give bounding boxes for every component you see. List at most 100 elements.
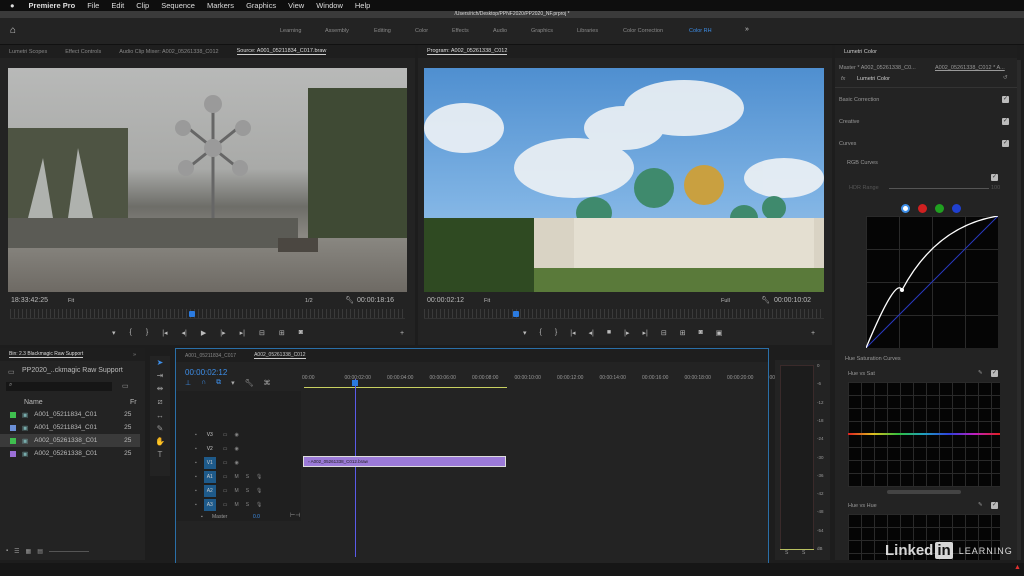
- mark-in-icon[interactable]: {: [540, 329, 542, 337]
- eye-icon[interactable]: ◉: [235, 432, 239, 438]
- voiceover-icon[interactable]: 🎙︎: [256, 488, 262, 494]
- section-creative[interactable]: Creative: [839, 119, 859, 125]
- camera-icon[interactable]: ◙: [299, 329, 303, 337]
- label-color-swatch[interactable]: [10, 411, 16, 418]
- toggle-sync-icon[interactable]: ▭: [223, 432, 228, 438]
- eye-icon[interactable]: ◉: [235, 460, 239, 466]
- selection-tool-icon[interactable]: ➤: [157, 358, 164, 367]
- hue-vs-sat-scrollbar[interactable]: [887, 490, 961, 494]
- freeform-view-icon[interactable]: ▤: [37, 548, 43, 555]
- extract-icon[interactable]: ⊞: [680, 329, 686, 337]
- source-zoom-select[interactable]: Fit: [68, 298, 74, 304]
- solo-button[interactable]: S: [246, 488, 249, 494]
- bin-item[interactable]: ▣ A001_05211834_C01 25: [0, 421, 140, 434]
- fit-icon[interactable]: ⊢⊣: [290, 512, 300, 519]
- workspace-libraries[interactable]: Libraries: [577, 28, 598, 34]
- program-resolution-select[interactable]: Full: [721, 298, 730, 304]
- tab-program[interactable]: Program: A002_05261338_C012: [427, 48, 508, 55]
- timeline-playhead[interactable]: [354, 379, 356, 557]
- rgb-curves-checkbox[interactable]: ✓: [991, 174, 998, 181]
- workspace-learning[interactable]: Learning: [280, 28, 301, 34]
- lock-icon[interactable]: ▪: [195, 474, 197, 480]
- creative-checkbox[interactable]: ✓: [1002, 118, 1009, 125]
- menu-sequence[interactable]: Sequence: [161, 1, 195, 10]
- ripple-edit-tool-icon[interactable]: ⇹: [157, 384, 164, 393]
- bin-search-input[interactable]: ⌕: [6, 382, 112, 391]
- track-target-V2[interactable]: V2: [204, 443, 216, 455]
- curve-channel-0[interactable]: [901, 204, 910, 213]
- label-color-swatch[interactable]: [10, 437, 16, 444]
- workspace-color[interactable]: Color: [415, 28, 428, 34]
- tab-source[interactable]: Source: A001_05211834_C017.braw: [236, 48, 327, 55]
- hue-vs-hue-checkbox[interactable]: ✓: [991, 502, 998, 509]
- tab-audio-clip-mixer[interactable]: Audio Clip Mixer: A002_05261338_C012: [119, 49, 218, 55]
- track-target-A1[interactable]: A1: [203, 471, 216, 483]
- menu-edit[interactable]: Edit: [111, 1, 124, 10]
- wrench-icon[interactable]: 🔧︎: [345, 296, 354, 304]
- track-target-A2[interactable]: A2: [203, 485, 216, 497]
- zoom-slider[interactable]: [48, 548, 89, 552]
- menu-file[interactable]: File: [87, 1, 99, 10]
- workspace-graphics[interactable]: Graphics: [531, 28, 553, 34]
- sync-lock-icon[interactable]: ▭: [223, 488, 228, 494]
- column-name[interactable]: Name: [24, 399, 43, 406]
- add-button-icon[interactable]: +: [811, 330, 815, 337]
- menu-view[interactable]: View: [288, 1, 304, 10]
- lock-icon[interactable]: ▪: [6, 548, 8, 555]
- lock-icon[interactable]: ▪: [195, 460, 197, 466]
- app-name[interactable]: Premiere Pro: [29, 1, 76, 10]
- program-scrubber[interactable]: [424, 309, 824, 319]
- curve-point[interactable]: [900, 288, 904, 292]
- stop-icon[interactable]: ■: [607, 329, 611, 337]
- home-icon[interactable]: ⌂: [10, 25, 16, 36]
- lock-icon[interactable]: ▪: [195, 488, 197, 494]
- workspace-editing[interactable]: Editing: [374, 28, 391, 34]
- voiceover-icon[interactable]: 🎙︎: [256, 502, 262, 508]
- sync-lock-icon[interactable]: ▭: [223, 502, 228, 508]
- lock-icon[interactable]: ▪: [195, 502, 197, 508]
- program-playhead[interactable]: [513, 311, 519, 317]
- mute-button[interactable]: M: [235, 488, 239, 494]
- go-to-in-icon[interactable]: |◂: [162, 329, 167, 337]
- section-basic-correction[interactable]: Basic Correction: [839, 97, 879, 103]
- hue-vs-sat-graph[interactable]: [848, 382, 1000, 487]
- tab-bin[interactable]: Bin: 2.3 Blackmagic Raw Support: [9, 351, 84, 358]
- curve-channel-1[interactable]: [918, 204, 927, 213]
- eyedropper-icon[interactable]: ✎: [978, 370, 983, 376]
- workspace-effects[interactable]: Effects: [452, 28, 469, 34]
- rgb-curves-toggle[interactable]: RGB Curves: [847, 160, 878, 166]
- icon-view-icon[interactable]: ▦: [26, 548, 32, 555]
- track-target-A3[interactable]: A3: [203, 499, 216, 511]
- timeline-timecode[interactable]: 00:00:02:12: [185, 368, 227, 377]
- voiceover-icon[interactable]: 🎙︎: [256, 474, 262, 480]
- workspace-assembly[interactable]: Assembly: [325, 28, 349, 34]
- effect-select[interactable]: Lumetri Color: [857, 76, 890, 82]
- wrench-icon[interactable]: 🔧︎: [761, 296, 770, 304]
- insert-icon[interactable]: ⊟: [259, 329, 265, 337]
- toggle-sync-icon[interactable]: ▭: [223, 460, 228, 466]
- workspace-color-rh[interactable]: Color RH: [689, 28, 712, 34]
- panel-more[interactable]: »: [133, 352, 136, 358]
- overwrite-icon[interactable]: ⊞: [279, 329, 285, 337]
- label-color-swatch[interactable]: [10, 450, 16, 457]
- menu-clip[interactable]: Clip: [136, 1, 149, 10]
- menu-help[interactable]: Help: [355, 1, 370, 10]
- captions-icon[interactable]: ⌘: [264, 379, 271, 387]
- curves-checkbox[interactable]: ✓: [1002, 140, 1009, 147]
- marker-icon[interactable]: ▾: [112, 329, 116, 337]
- snap-icon[interactable]: ∩: [201, 379, 206, 387]
- camera-icon[interactable]: ◙: [699, 329, 703, 337]
- source-playhead[interactable]: [188, 311, 195, 317]
- pen-tool-icon[interactable]: ✎: [157, 424, 164, 433]
- toggle-sync-icon[interactable]: ▭: [223, 446, 228, 452]
- linked-selection-icon[interactable]: ⧉: [216, 379, 221, 387]
- workspace-audio[interactable]: Audio: [493, 28, 507, 34]
- master-clip-select[interactable]: Master * A002_05261338_C0...: [839, 65, 916, 71]
- go-to-out-icon[interactable]: ▸|: [240, 329, 245, 337]
- track-select-tool-icon[interactable]: ⇥: [157, 371, 164, 380]
- nest-icon[interactable]: ⊥: [185, 379, 191, 387]
- menu-graphics[interactable]: Graphics: [246, 1, 276, 10]
- lock-icon[interactable]: ▪: [195, 432, 197, 438]
- section-curves[interactable]: Curves: [839, 141, 856, 147]
- track-target-V3[interactable]: V3: [204, 429, 216, 441]
